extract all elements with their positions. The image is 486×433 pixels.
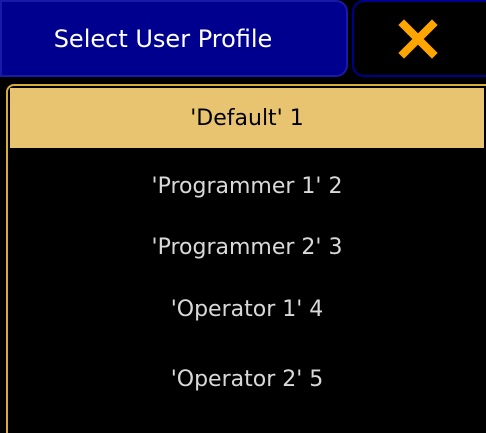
profile-item-label: 'Default' 1	[190, 105, 304, 131]
profile-item-operator-1[interactable]: 'Operator 1' 4	[10, 279, 484, 339]
close-x-icon	[398, 18, 438, 59]
profile-item-programmer-2[interactable]: 'Programmer 2' 3	[10, 217, 484, 277]
profile-list: 'Default' 1 'Programmer 1' 2 'Programmer…	[6, 84, 486, 433]
dialog-title: Select User Profile	[53, 24, 273, 53]
profile-item-operator-2[interactable]: 'Operator 2' 5	[10, 349, 484, 409]
close-button[interactable]	[352, 0, 486, 77]
profile-item-default[interactable]: 'Default' 1	[10, 88, 484, 148]
dialog-title-tab: Select User Profile	[0, 0, 348, 77]
profile-item-label: 'Operator 1' 4	[170, 296, 324, 322]
profile-item-label: 'Programmer 2' 3	[151, 234, 343, 260]
select-user-profile-dialog: Select User Profile 'Default' 1 'Program…	[0, 0, 486, 433]
profile-item-label: 'Programmer 1' 2	[151, 173, 343, 199]
profile-item-label: 'Operator 2' 5	[170, 366, 324, 392]
profile-item-programmer-1[interactable]: 'Programmer 1' 2	[10, 156, 484, 216]
